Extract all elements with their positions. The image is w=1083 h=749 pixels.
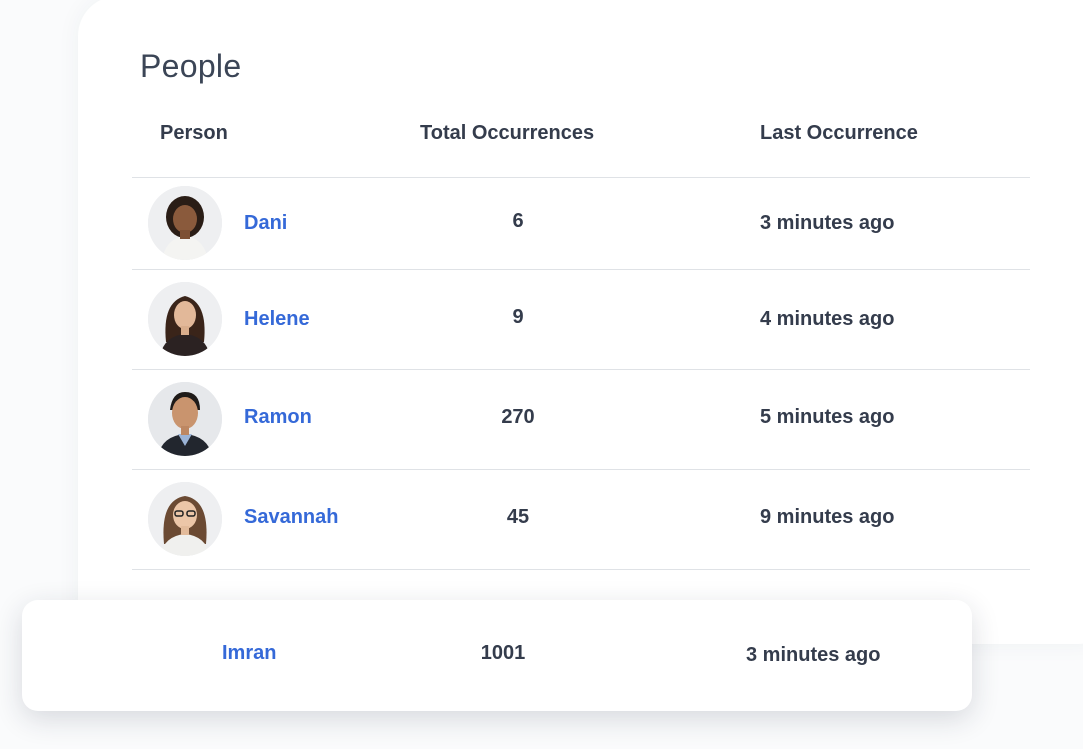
total-occurrences-value: 270 [501, 406, 535, 428]
total-occurrences-value: 45 [506, 506, 530, 528]
column-header-person[interactable]: Person [160, 122, 228, 145]
last-occurrence-value: 3 minutes ago [760, 212, 895, 234]
table-row[interactable]: Ramon 270 5 minutes ago [132, 370, 1030, 466]
person-name-link[interactable]: Helene [244, 308, 310, 331]
avatar-dani [148, 186, 222, 260]
person-name-link[interactable]: Savannah [244, 506, 338, 529]
avatar-ramon [148, 382, 222, 456]
row-divider [132, 569, 1030, 570]
person-name-link[interactable]: Dani [244, 212, 287, 235]
last-occurrence-value: 9 minutes ago [760, 506, 895, 528]
table-row[interactable]: Savannah 45 9 minutes ago [132, 470, 1030, 566]
person-name-link[interactable]: Ramon [244, 406, 312, 429]
highlighted-row[interactable]: Imran 1001 3 minutes ago [22, 600, 972, 711]
stage: People Person Total Occurrences Last Occ… [0, 0, 1083, 749]
column-header-last-occurrence[interactable]: Last Occurrence [760, 122, 918, 145]
last-occurrence-value: 5 minutes ago [760, 406, 895, 428]
total-occurrences-value: 9 [512, 306, 524, 328]
total-occurrences-value: 1001 [480, 642, 526, 664]
last-occurrence-value: 4 minutes ago [760, 308, 895, 330]
column-header-total-occurrences[interactable]: Total Occurrences [420, 122, 594, 145]
page-title: People [140, 48, 242, 84]
table-row[interactable]: Helene 9 4 minutes ago [132, 270, 1030, 366]
avatar-savannah [148, 482, 222, 556]
last-occurrence-value: 3 minutes ago [746, 644, 881, 666]
total-occurrences-value: 6 [512, 210, 524, 232]
person-name-link[interactable]: Imran [222, 642, 276, 665]
table-row[interactable]: Dani 6 3 minutes ago [132, 178, 1030, 274]
avatar-helene [148, 282, 222, 356]
